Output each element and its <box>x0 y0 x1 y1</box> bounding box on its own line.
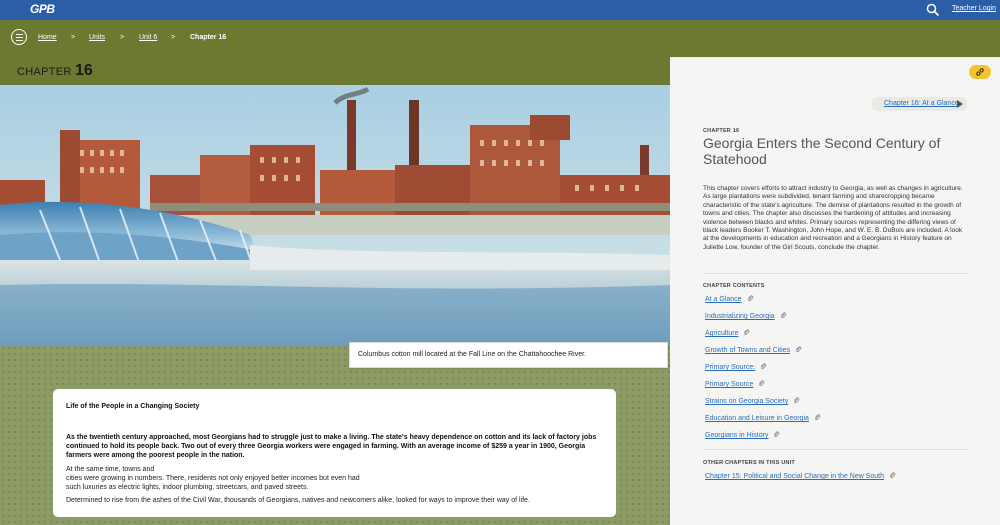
section-title: Life of the People in a Changing Society <box>66 403 200 410</box>
toc-item-label: Industrializing Georgia <box>705 313 775 320</box>
hero-image <box>0 85 670 345</box>
other-chapter-label: Chapter 15: Political and Social Change … <box>705 473 884 480</box>
chapter-kicker: CHAPTER 16 <box>703 128 740 134</box>
content-card: Life of the People in a Changing Society… <box>53 389 616 517</box>
cotton-mill-illustration <box>0 85 670 345</box>
chapter-number: 16 <box>75 62 93 79</box>
chapter-header: CHAPTER 16 <box>0 57 670 85</box>
play-arrow-icon <box>957 100 963 108</box>
lead-paragraph: As the twentieth century approached, mos… <box>66 434 597 459</box>
copy-link-button[interactable] <box>969 65 991 79</box>
paperclip-icon <box>794 397 800 404</box>
toc-item-agriculture[interactable]: Agriculture <box>705 329 750 337</box>
teacher-login-link[interactable]: Teacher Login <box>952 5 996 12</box>
at-a-glance-label: Chapter 16: At a Glance <box>884 100 959 107</box>
paragraph-line: such luxuries as electric lights, indoor… <box>66 484 309 491</box>
chapter-sidebar: Chapter 16: At a Glance CHAPTER 16 Georg… <box>670 57 1000 525</box>
breadcrumb-units[interactable]: Units <box>89 34 105 41</box>
breadcrumb: Home > Units > Unit 6 > Chapter 16 <box>0 20 1000 57</box>
breadcrumb-unit[interactable]: Unit 6 <box>139 34 157 41</box>
at-a-glance-link[interactable]: Chapter 16: At a Glance <box>871 97 967 111</box>
paperclip-icon <box>747 295 753 302</box>
breadcrumb-current: Chapter 16 <box>190 34 227 41</box>
other-chapters-heading: OTHER CHAPTERS IN THIS UNIT <box>703 460 795 466</box>
chapter-label: CHAPTER <box>17 66 72 78</box>
other-chapter-15-link[interactable]: Chapter 15: Political and Social Change … <box>705 472 896 480</box>
search-icon[interactable] <box>926 3 940 17</box>
toc-item-label: Primary Source <box>705 381 754 388</box>
caption-text: Columbus cotton mill located at the Fall… <box>358 351 587 358</box>
top-bar: GPB Teacher Login <box>0 0 1000 20</box>
toc-item-growth-of-towns[interactable]: Growth of Towns and Cities <box>705 346 802 354</box>
gpb-logo[interactable]: GPB <box>30 2 55 16</box>
breadcrumb-separator: > <box>171 34 176 41</box>
chapter-title: Georgia Enters the Second Century of Sta… <box>703 135 941 167</box>
toc-item-label: Agriculture <box>705 330 739 337</box>
breadcrumb-separator: > <box>71 34 76 41</box>
breadcrumb-separator: > <box>120 34 125 41</box>
paperclip-icon <box>814 414 821 421</box>
chapter-contents-heading: CHAPTER CONTENTS <box>703 283 765 289</box>
breadcrumb-home[interactable]: Home <box>38 34 57 41</box>
paperclip-icon <box>761 363 767 370</box>
toc-item-at-a-glance[interactable]: At a Glance <box>705 295 754 303</box>
toc-item-label: Education and Leisure in Georgia <box>705 415 809 422</box>
menu-icon[interactable] <box>11 29 27 45</box>
toc-item-label: Georgians in History <box>705 432 769 439</box>
paperclip-icon <box>890 472 896 479</box>
image-caption: Columbus cotton mill located at the Fall… <box>349 342 668 368</box>
toc-item-label: Primary Source: <box>705 364 756 371</box>
divider <box>703 449 967 450</box>
paragraph: Determined to rise from the ashes of the… <box>66 497 530 504</box>
divider <box>703 273 967 274</box>
link-icon <box>976 68 984 76</box>
toc-item-georgians-in-history[interactable]: Georgians in History <box>705 431 780 439</box>
paperclip-icon <box>780 312 786 319</box>
toc-item-strains-on-society[interactable]: Strains on Georgia Society <box>705 397 800 405</box>
toc-item-primary-source-2[interactable]: Primary Source <box>705 380 765 388</box>
paperclip-icon <box>744 329 750 336</box>
toc-item-label: At a Glance <box>705 296 742 303</box>
paperclip-icon <box>759 380 765 387</box>
paragraph-line: cities were growing in numbers. There, r… <box>66 475 360 482</box>
toc-item-primary-source-1[interactable]: Primary Source: <box>705 363 767 371</box>
paperclip-icon <box>774 431 780 438</box>
paperclip-icon <box>796 346 802 353</box>
toc-item-label: Strains on Georgia Society <box>705 398 789 405</box>
toc-item-label: Growth of Towns and Cities <box>705 347 791 354</box>
toc-item-education-and-leisure[interactable]: Education and Leisure in Georgia <box>705 414 821 422</box>
chapter-description: This chapter covers efforts to attract i… <box>703 185 963 251</box>
paragraph-line: At the same time, towns and <box>66 466 155 473</box>
toc-item-industrializing-georgia[interactable]: Industrializing Georgia <box>705 312 787 320</box>
